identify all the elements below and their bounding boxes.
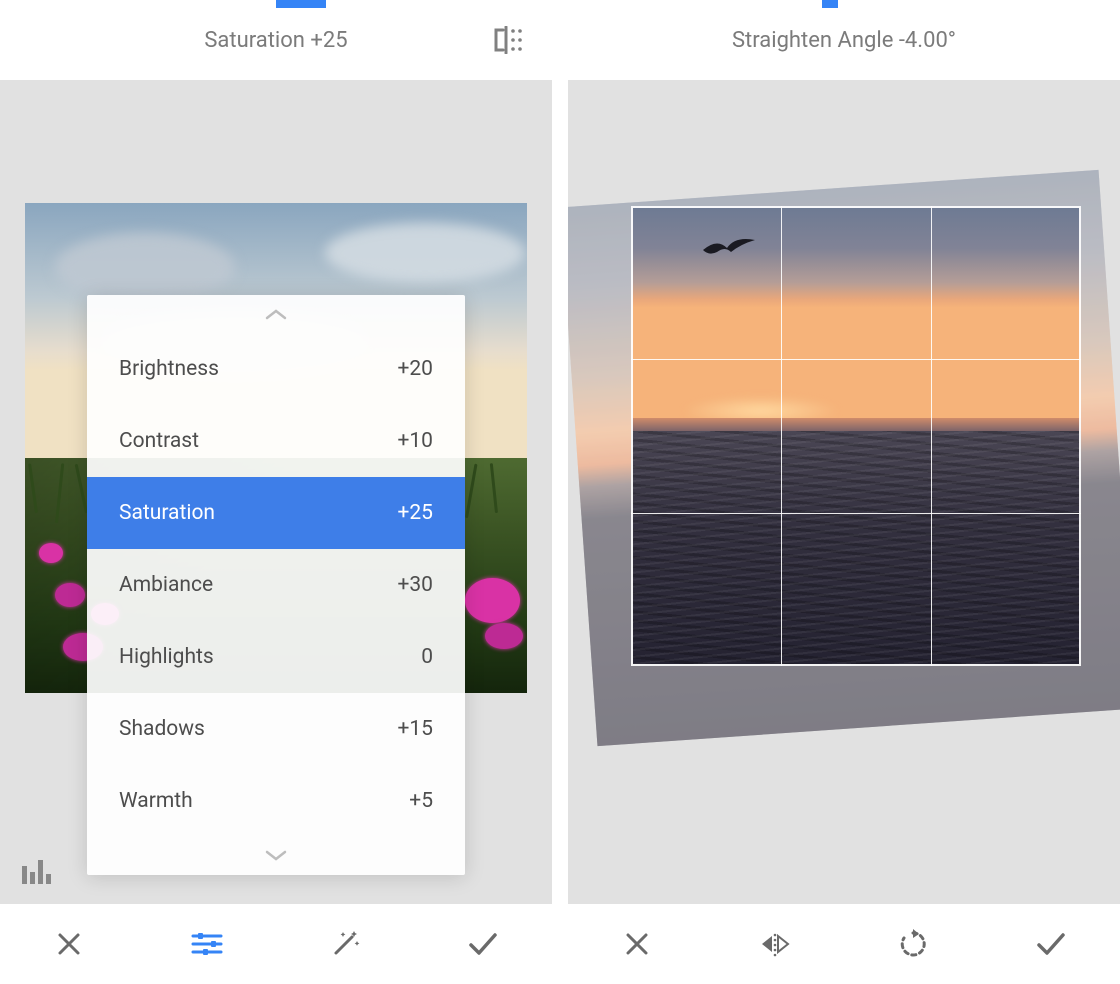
adjust-row-warmth[interactable]: Warmth +5: [87, 765, 465, 837]
value-slider-track[interactable]: [0, 0, 552, 8]
adjust-value: +10: [397, 429, 433, 453]
flip-button[interactable]: [706, 904, 844, 984]
close-button[interactable]: [568, 904, 706, 984]
check-icon: [467, 931, 499, 957]
adjust-label: Highlights: [119, 645, 214, 669]
compare-button[interactable]: [493, 0, 527, 80]
apply-button[interactable]: [414, 904, 552, 984]
adjust-row-ambiance[interactable]: Ambiance +30: [87, 549, 465, 621]
effects-button[interactable]: [276, 904, 414, 984]
adjust-label: Ambiance: [119, 573, 213, 597]
screen-straighten: Straighten Angle -4.00°: [568, 0, 1120, 984]
adjust-value: +25: [397, 501, 433, 525]
adjust-row-highlights[interactable]: Highlights 0: [87, 621, 465, 693]
flip-horiz-icon: [758, 931, 792, 957]
crop-frame[interactable]: [631, 206, 1081, 666]
rotate-cw-icon: [898, 929, 928, 959]
tune-button[interactable]: [138, 904, 276, 984]
compare-icon: [493, 26, 527, 54]
adjust-label: Saturation: [119, 501, 215, 525]
header: Straighten Angle -4.00°: [568, 0, 1120, 80]
value-slider-fill: [276, 0, 326, 8]
angle-slider-fill: [822, 0, 839, 8]
adjust-row-shadows[interactable]: Shadows +15: [87, 693, 465, 765]
bottom-toolbar: [568, 904, 1120, 984]
adjust-label: Contrast: [119, 429, 199, 453]
header-title: Straighten Angle -4.00°: [732, 28, 956, 53]
adjust-label: Shadows: [119, 717, 205, 741]
adjust-value: 0: [421, 645, 433, 669]
wand-icon: [330, 929, 360, 959]
histogram-icon: [22, 860, 52, 884]
adjust-label: Brightness: [119, 357, 219, 381]
adjust-value: +20: [397, 357, 433, 381]
header: Saturation +25: [0, 0, 552, 80]
angle-slider-track[interactable]: [568, 0, 1120, 8]
adjust-value: +30: [397, 573, 433, 597]
sliders-icon: [191, 931, 223, 957]
scroll-up-icon: [87, 295, 465, 333]
bird-icon: [701, 236, 757, 262]
apply-button[interactable]: [982, 904, 1120, 984]
adjust-row-contrast[interactable]: Contrast +10: [87, 405, 465, 477]
adjust-value: +15: [397, 717, 433, 741]
adjust-label: Warmth: [119, 789, 193, 813]
close-button[interactable]: [0, 904, 138, 984]
check-icon: [1035, 931, 1067, 957]
adjust-value: +5: [409, 789, 433, 813]
screen-tune: Saturation +25: [0, 0, 552, 984]
adjust-row-saturation[interactable]: Saturation +25: [87, 477, 465, 549]
bottom-toolbar: [0, 904, 552, 984]
header-title: Saturation +25: [204, 28, 347, 53]
scroll-down-icon: [87, 837, 465, 875]
image-preview[interactable]: [593, 178, 1095, 738]
histogram-button[interactable]: [22, 860, 52, 884]
rotate-button[interactable]: [844, 904, 982, 984]
adjust-row-brightness[interactable]: Brightness +20: [87, 333, 465, 405]
close-icon: [55, 930, 83, 958]
close-icon: [623, 930, 651, 958]
adjustment-panel[interactable]: Brightness +20 Contrast +10 Saturation +25 Amb…: [87, 295, 465, 875]
